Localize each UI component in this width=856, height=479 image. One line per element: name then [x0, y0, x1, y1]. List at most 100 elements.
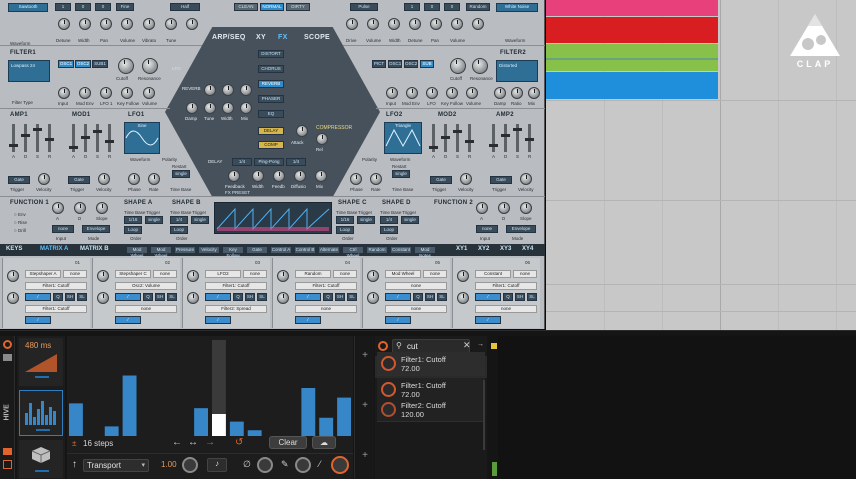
slot-sl-button[interactable]: SL	[257, 293, 267, 301]
amp1-attack-fader[interactable]	[9, 124, 18, 152]
filter1-cutoff-knob[interactable]	[118, 58, 134, 74]
comp-release-knob[interactable]	[316, 133, 328, 145]
osc2-semi-box[interactable]: 0	[424, 3, 440, 11]
add-modulator-icon-3[interactable]: +	[360, 450, 370, 461]
lfo2-restart-select[interactable]: single	[392, 170, 410, 178]
function2-mode-select[interactable]: Envelope	[506, 225, 536, 233]
amp1-trigger-select[interactable]: Gate	[8, 176, 30, 184]
amp2-attack-fader[interactable]	[489, 124, 498, 152]
note-length-select[interactable]: ♪	[207, 458, 227, 472]
amp2-decay-fader[interactable]	[501, 124, 510, 152]
osc2-pan-knob[interactable]	[430, 18, 442, 30]
mod2-sustain-fader[interactable]	[453, 124, 462, 152]
amp2-velocity-knob[interactable]	[520, 173, 532, 185]
reverb-tune-knob[interactable]	[204, 102, 216, 114]
matrix-source-0[interactable]: Mod Wheel	[126, 246, 148, 258]
filter1-route-sub1[interactable]: SUB1	[92, 60, 108, 68]
smooth-knob[interactable]	[295, 457, 311, 473]
filter2-route-osc2[interactable]: OSC2	[404, 60, 418, 68]
slot-target2-select[interactable]: none	[475, 305, 537, 313]
function1-opt-rise[interactable]: ○ Rise	[14, 220, 27, 225]
function1-mode-select[interactable]: Envelope	[82, 225, 110, 233]
shape-c-order[interactable]: Loop	[336, 226, 354, 234]
lfo1-rate-knob[interactable]	[148, 173, 160, 185]
transport-select[interactable]: Transport ▾	[83, 459, 149, 472]
slot-target1-select[interactable]: Filter1: Cutoff	[475, 282, 537, 290]
slot-target2-select[interactable]: none	[115, 305, 177, 313]
filter2-cutoff-knob[interactable]	[450, 58, 466, 74]
sub-tune-knob[interactable]	[165, 18, 177, 30]
slot-depth-knob[interactable]	[277, 270, 289, 282]
delay-width-knob[interactable]	[252, 170, 264, 182]
sidebar-square-icon[interactable]	[3, 460, 12, 469]
step-bar-14[interactable]	[301, 388, 316, 436]
phase-knob[interactable]	[257, 457, 273, 473]
slot-curve2-button[interactable]: ⁄	[475, 316, 501, 324]
slot-target2-select[interactable]: none	[385, 305, 447, 313]
shape-d-order[interactable]: Loop	[380, 226, 398, 234]
fx-eq-button[interactable]: EQ	[258, 110, 284, 118]
shape-c-timebase[interactable]: 1/16	[336, 216, 354, 224]
osc1-pan-knob[interactable]	[100, 18, 112, 30]
function2-slope-knob[interactable]	[520, 202, 532, 214]
tab-matrix-a[interactable]: MATRIX A	[40, 246, 68, 252]
slot-depth2-knob[interactable]	[367, 292, 379, 304]
shape-b-timebase[interactable]: 1/4	[170, 216, 188, 224]
rate-knob[interactable]	[182, 457, 198, 473]
function1-opt-env[interactable]: ○ Env	[14, 212, 26, 217]
amp2-release-fader[interactable]	[525, 124, 534, 152]
filter2-type-display[interactable]: Distorted	[496, 60, 538, 82]
matrix-source-2[interactable]: Pressure	[174, 246, 196, 254]
filter2-resonance-knob[interactable]	[472, 58, 488, 74]
lfo2-waveform-display[interactable]: Triangle	[384, 122, 422, 154]
filter1-route-osc2[interactable]: OSC2	[75, 60, 91, 68]
slot-depth-knob[interactable]	[187, 270, 199, 282]
steps-graph[interactable]	[67, 340, 353, 440]
mod1-attack-fader[interactable]	[69, 124, 78, 152]
slot-q-button[interactable]: Q	[413, 293, 423, 301]
comp-attack-knob[interactable]	[296, 125, 308, 137]
clear-button[interactable]: Clear	[269, 436, 307, 449]
shape-b-trigger[interactable]: single	[191, 216, 209, 224]
osc2-vol2-knob[interactable]	[451, 18, 463, 30]
osc1-detune-knob[interactable]	[58, 18, 70, 30]
slot-source-select[interactable]: LFO2	[205, 270, 241, 278]
filter2-route-sub[interactable]: SUB	[420, 60, 434, 68]
mod2-attack-fader[interactable]	[429, 124, 438, 152]
slot-via-select[interactable]: none	[243, 270, 267, 278]
slot-sh-button[interactable]: SH	[245, 293, 255, 301]
slot-sl-button[interactable]: SL	[527, 293, 537, 301]
shape-d-trigger[interactable]: single	[401, 216, 419, 224]
filter2-route-osc1[interactable]: OSC1	[388, 60, 402, 68]
lfo1-phase-knob[interactable]	[128, 173, 140, 185]
amp2-sustain-fader[interactable]	[513, 124, 522, 152]
step-bar-11[interactable]	[247, 430, 262, 436]
slot-curve2-button[interactable]: ⁄	[115, 316, 141, 324]
step-bar-10[interactable]	[229, 421, 244, 436]
slot-sl-button[interactable]: SL	[77, 293, 87, 301]
noise-type-box[interactable]: Random	[466, 3, 490, 11]
slot-depth2-knob[interactable]	[7, 292, 19, 304]
slot-curve-button[interactable]: ⁄	[385, 293, 411, 301]
slot-target1-select[interactable]: Filter1: Cutoff	[205, 282, 267, 290]
lfo1-restart-select[interactable]: single	[172, 170, 190, 178]
mod1-release-fader[interactable]	[105, 124, 114, 152]
power-icon[interactable]	[3, 340, 12, 349]
shape-a-trigger[interactable]: single	[145, 216, 163, 224]
amount-knob[interactable]	[331, 456, 349, 474]
filter2-keyfollow-knob[interactable]	[446, 87, 458, 99]
slot-sl-button[interactable]: SL	[167, 293, 177, 301]
fx-comp-button[interactable]: COMP	[258, 141, 284, 149]
filter1-input-knob[interactable]	[58, 87, 70, 99]
filter1-resonance-knob[interactable]	[142, 58, 158, 74]
slot-depth-knob[interactable]	[7, 270, 19, 282]
mode-dirty-button[interactable]: DIRTY	[286, 3, 310, 11]
amp1-decay-fader[interactable]	[21, 124, 30, 152]
slot-curve-button[interactable]: ⁄	[295, 293, 321, 301]
tab-arpseq[interactable]: ARP/SEQ	[212, 34, 246, 41]
fx-chorus-button[interactable]: CHORUS	[258, 65, 284, 73]
step-bar-4[interactable]	[122, 375, 137, 436]
slot-curve-button[interactable]: ⁄	[25, 293, 51, 301]
tab-xy[interactable]: XY	[256, 34, 266, 41]
target-row-3[interactable]: Filter2: Cutoff 120.00	[377, 398, 485, 422]
